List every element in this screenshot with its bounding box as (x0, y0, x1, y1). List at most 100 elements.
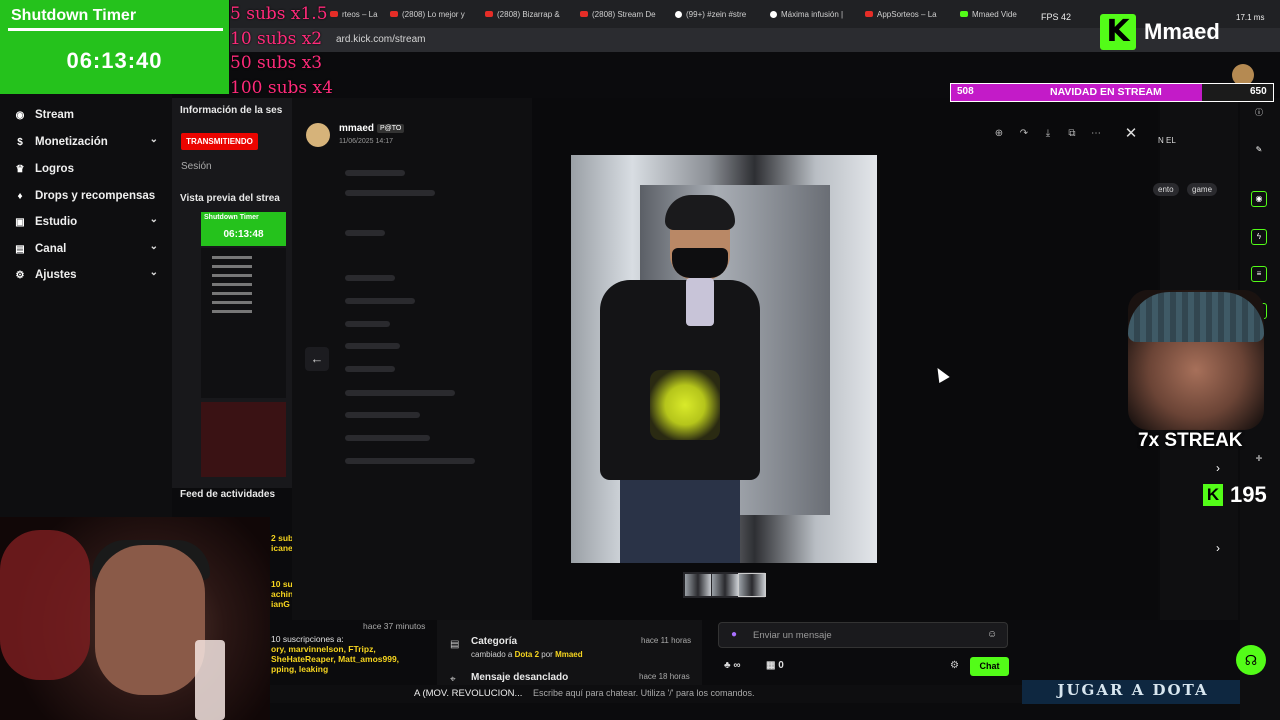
activity-feed-title: Feed de actividades (180, 489, 276, 500)
viewer-count[interactable]: ♣ ∞ (724, 660, 740, 671)
session-label: Sesión (181, 161, 212, 172)
sub-goal-current: 508 (957, 86, 974, 97)
timer-title: Shutdown Timer (11, 7, 137, 24)
thumbnail-active[interactable] (738, 573, 766, 597)
streak-text: 7x STREAK (1138, 430, 1243, 451)
dimmed-row (345, 458, 475, 464)
gear-icon: ⚙ (15, 269, 25, 281)
photo-phone (686, 278, 714, 326)
photo-jeans (620, 470, 740, 563)
support-headset-icon[interactable]: ☊ (1236, 645, 1266, 675)
browser-tab-label: (2808) Stream De (592, 9, 656, 19)
kick-k-glyph: K (1106, 14, 1130, 49)
browser-tab[interactable]: Mmaed Vide (960, 5, 1020, 23)
chat-placeholder[interactable]: Enviar un mensaje (753, 630, 832, 641)
chevron-right-icon[interactable]: › (1216, 461, 1220, 475)
browser-tab-label: (2808) Bizarrap & (497, 9, 560, 19)
tiktok-favicon-icon (675, 10, 682, 18)
info-icon[interactable]: ⓘ (1251, 106, 1267, 122)
browser-tab-label: (99+) #zein #stre (686, 9, 747, 19)
sidebar-item-ajustes[interactable]: ⚙ Ajustes ⌄ (14, 266, 162, 284)
dimmed-row (345, 230, 385, 236)
chevron-down-icon[interactable]: ⌄ (150, 241, 158, 252)
yt-favicon-icon (580, 11, 588, 17)
notes-icon[interactable]: ≡ (1251, 266, 1267, 282)
chevron-right-icon[interactable]: › (1216, 541, 1220, 555)
browser-tab[interactable]: Máxima infusión | (770, 5, 858, 23)
feed-line: 2 sub (271, 533, 294, 543)
feed-line: icane (271, 543, 293, 553)
sidebar-item-label: Canal (35, 243, 67, 255)
close-viewer-button[interactable]: ✕ (1120, 123, 1142, 145)
category-value[interactable]: Dota 2 (515, 650, 539, 659)
mic-icon[interactable]: ● (731, 629, 737, 640)
thumbnail[interactable] (712, 574, 738, 596)
browser-tab[interactable]: AppSorteos – La (865, 5, 953, 23)
preview-webcam (201, 402, 286, 477)
category-label: Categoría (471, 636, 518, 647)
preview-line (212, 310, 252, 313)
feed-line: pping, leaking (271, 664, 329, 674)
dimmed-row (345, 170, 405, 176)
chat-settings-icon[interactable]: ⚙ (950, 660, 959, 671)
preview-line (212, 283, 252, 286)
zoom-in-icon[interactable]: ⊕ (991, 127, 1007, 141)
subs-rule-line: 5 subs x1.5 (230, 4, 328, 24)
move-icon[interactable]: ✛ (1251, 452, 1267, 468)
viewers-icon: ♣ (724, 660, 731, 671)
tag-chip[interactable]: ento (1153, 183, 1179, 196)
tag-chip[interactable]: game (1187, 183, 1218, 196)
more-icon[interactable]: ⋯ (1088, 127, 1104, 141)
chevron-down-icon[interactable]: ⌄ (150, 214, 158, 225)
download-icon[interactable]: ⤓ (1040, 127, 1056, 141)
yt-favicon-icon (485, 11, 493, 17)
send-chat-button[interactable]: Chat (970, 657, 1009, 676)
browser-tab[interactable]: (99+) #zein #stre (675, 5, 763, 23)
sidebar-item-monetización[interactable]: $ Monetización ⌄ (14, 133, 162, 151)
emoji-icon[interactable]: ☺ (987, 629, 997, 640)
live-status-badge: TRANSMITIENDO (181, 133, 258, 150)
sender-username[interactable]: mmaed (339, 123, 374, 134)
sidebar-item-drops[interactable]: ♦ Drops y recompensas (14, 187, 162, 205)
edit-icon[interactable]: ✎ (1251, 143, 1267, 159)
category-user[interactable]: Mmaed (555, 650, 583, 659)
thumbnail[interactable] (685, 574, 711, 596)
sidebar-item-estudio[interactable]: ▣ Estudio ⌄ (14, 213, 162, 231)
browser-tab[interactable]: (2808) Lo mejor y (390, 5, 478, 23)
url-text[interactable]: ard.kick.com/stream (336, 34, 425, 45)
chevron-down-icon[interactable]: ⌄ (150, 134, 158, 145)
browser-tab-label: Mmaed Vide (972, 9, 1017, 19)
photo-shirt-print (650, 370, 720, 440)
channel-icon: ▤ (15, 243, 25, 255)
open-external-icon[interactable]: ⧉ (1064, 127, 1080, 141)
chevron-down-icon[interactable]: ⌄ (150, 267, 158, 278)
sidebar-item-logros[interactable]: ♛ Logros (14, 160, 162, 178)
feed-time-ago: hace 37 minutos (363, 621, 426, 631)
sidebar-item-label: Estudio (35, 216, 78, 228)
chat-hint[interactable]: Escribe aquí para chatear. Utiliza '/' p… (533, 688, 755, 698)
share-icon[interactable]: ↷ (1016, 127, 1032, 141)
bolt-icon[interactable]: ϟ (1251, 229, 1267, 245)
browser-tab-label: (2808) Lo mejor y (402, 9, 465, 19)
photo-face-mask (672, 248, 728, 278)
gift-count-value: 0 (778, 660, 784, 671)
sidebar-item-label: Logros (35, 163, 74, 175)
bottom-song-ticker: A (MOV. REVOLUCION... (414, 688, 523, 699)
dashboard-sidebar (0, 94, 172, 518)
browser-tab-label: Máxima infusión | (781, 9, 844, 19)
dimmed-row (345, 366, 395, 372)
preview-line (212, 274, 252, 277)
browser-tab-label: rteos – La (342, 9, 378, 19)
sidebar-item-canal[interactable]: ▤ Canal ⌄ (14, 240, 162, 258)
sidebar-item-stream[interactable]: ◉ Stream (14, 106, 162, 124)
browser-tab[interactable]: (2808) Stream De (580, 5, 668, 23)
camera-tool-icon[interactable]: ◉ (1251, 191, 1267, 207)
dimmed-row (345, 298, 415, 304)
feed-line: SheHateReaper, Matt_amos999, (271, 654, 400, 664)
preview-timer-title: Shutdown Timer (204, 214, 259, 221)
previous-image-button[interactable]: ← (305, 347, 329, 371)
gift-count[interactable]: ▦ 0 (766, 660, 784, 671)
browser-tab[interactable]: (2808) Bizarrap & (485, 5, 573, 23)
money-icon: $ (17, 136, 23, 148)
sender-avatar[interactable] (306, 123, 330, 147)
